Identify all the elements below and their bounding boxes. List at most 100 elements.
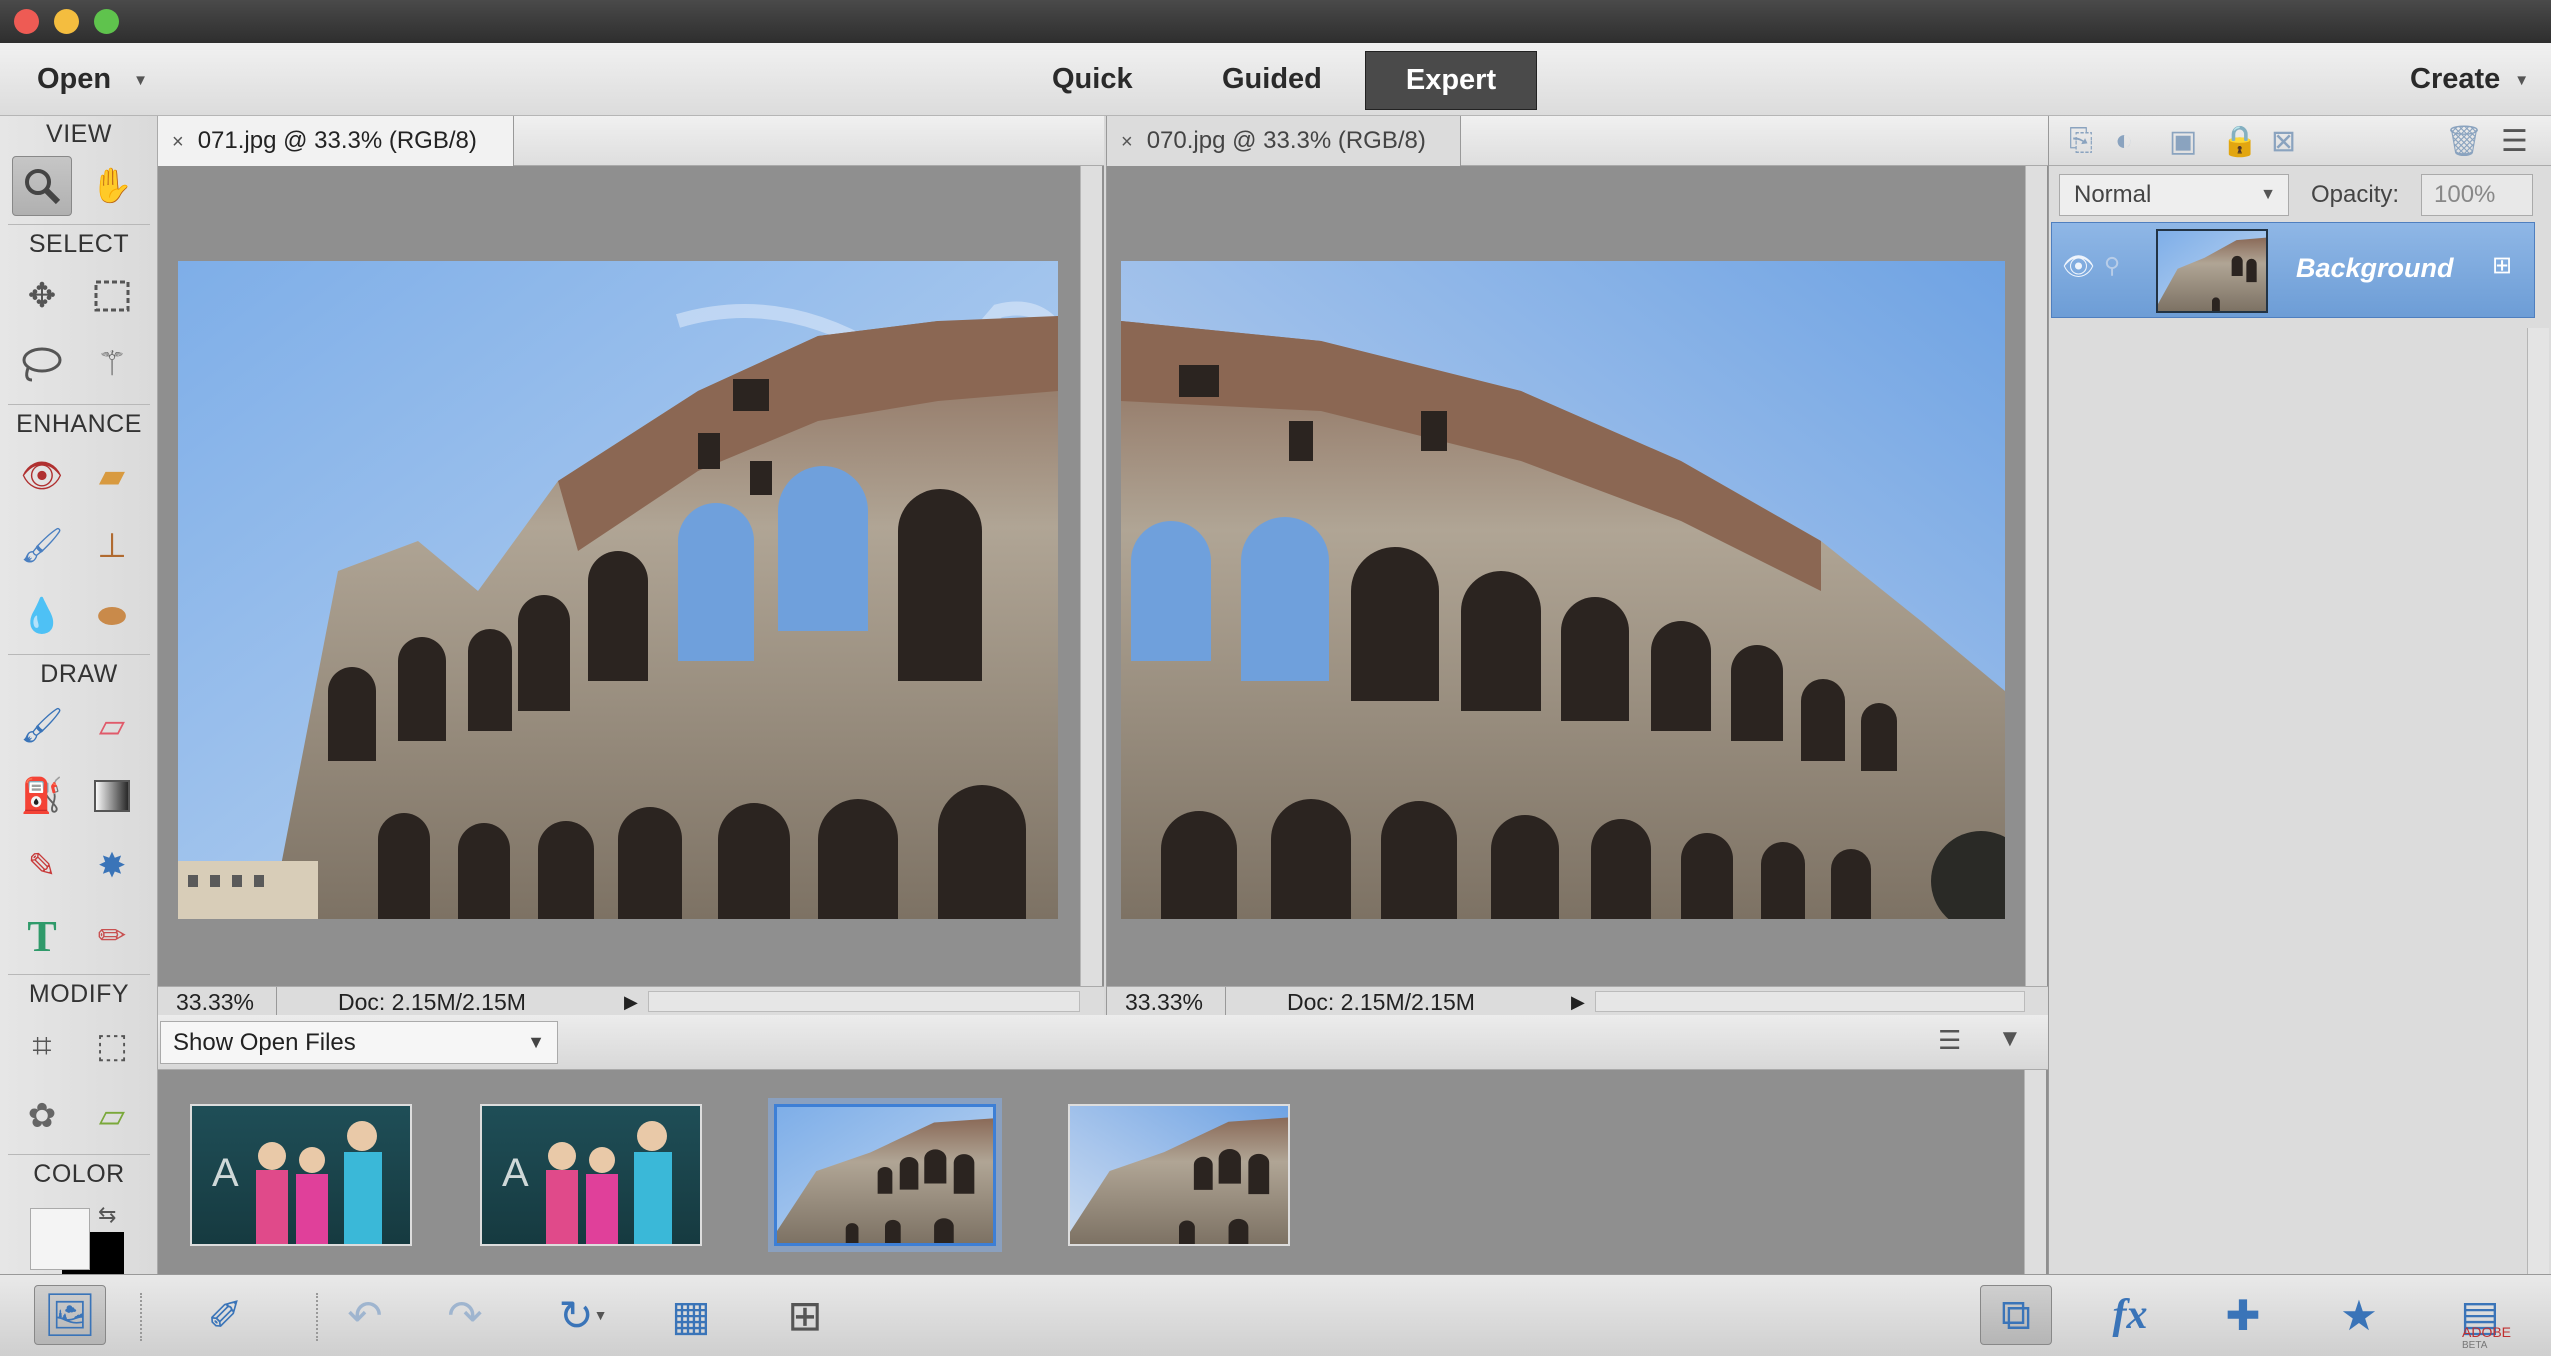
- document-canvas-071[interactable]: [158, 166, 1104, 986]
- gradient-icon: [94, 780, 130, 812]
- lasso-icon: [22, 347, 62, 382]
- minimize-window-button[interactable]: [54, 9, 79, 34]
- layers-vertical-scrollbar[interactable]: [2527, 328, 2549, 1274]
- eyedropper-tool[interactable]: ✎: [12, 836, 72, 896]
- divider: [276, 987, 277, 1016]
- undo-button[interactable]: ↶: [330, 1285, 400, 1345]
- level-icon: ⏥: [98, 1097, 126, 1135]
- fx-icon: fx: [2112, 1292, 2148, 1338]
- pencil-tool[interactable]: ✏: [82, 906, 142, 966]
- magic-wand-tool[interactable]: ⚚: [82, 334, 142, 394]
- tab-document-070[interactable]: × 070.jpg @ 33.3% (RGB/8): [1107, 116, 1461, 166]
- blend-mode-dropdown[interactable]: Normal ▼: [2059, 174, 2289, 216]
- chevron-down-icon: ▼: [2514, 71, 2530, 89]
- show-open-files-dropdown[interactable]: Show Open Files ▼: [160, 1021, 558, 1064]
- opacity-value: 100%: [2434, 181, 2496, 208]
- foreground-color-swatch[interactable]: [30, 1208, 90, 1270]
- doc-size: Doc: 2.15M/2.15M: [1287, 989, 1475, 1015]
- new-layer-icon[interactable]: ⎘: [2069, 124, 2093, 158]
- open-button[interactable]: Open ▼: [37, 43, 148, 116]
- layer-mask-icon[interactable]: ▣: [2169, 124, 2197, 159]
- marquee-tool[interactable]: [82, 266, 142, 326]
- lock-transparent-icon[interactable]: ⊠: [2271, 124, 2296, 159]
- canvas-horizontal-scrollbar[interactable]: [648, 991, 1080, 1012]
- recompose-tool[interactable]: ⬚: [82, 1016, 142, 1076]
- tab-document-071[interactable]: × 071.jpg @ 33.3% (RGB/8): [158, 116, 514, 166]
- link-icon[interactable]: ⚲: [2104, 253, 2120, 279]
- layers-stack-icon: ⧉: [2001, 1290, 2031, 1338]
- zoom-tool[interactable]: [12, 156, 72, 216]
- canvas-vertical-scrollbar[interactable]: [2025, 166, 2047, 986]
- trash-icon[interactable]: 🗑: [2445, 124, 2483, 159]
- close-tab-icon[interactable]: ×: [172, 131, 184, 153]
- clone-stamp-tool[interactable]: ⊥: [82, 516, 142, 576]
- create-label: Create: [2410, 63, 2501, 95]
- smart-brush-tool[interactable]: 🖌: [12, 516, 72, 576]
- close-tab-icon[interactable]: ×: [1121, 131, 1133, 153]
- thumbnail-colosseum-070[interactable]: [1068, 1104, 1290, 1246]
- graphics-button[interactable]: ✚: [2208, 1285, 2278, 1345]
- lasso-tool[interactable]: [12, 334, 72, 394]
- puzzle-shape-icon: ✸: [97, 847, 127, 885]
- swap-colors-icon[interactable]: ⇆: [98, 1202, 116, 1228]
- document-canvas-070[interactable]: [1106, 166, 2048, 986]
- status-menu-arrow-icon[interactable]: ▶: [624, 987, 638, 1016]
- canvas-horizontal-scrollbar[interactable]: [1595, 991, 2025, 1012]
- gradient-tool[interactable]: [82, 766, 142, 826]
- bin-options-icon[interactable]: ☰: [1938, 1025, 1961, 1056]
- recompose-icon: ⬚: [95, 1027, 129, 1065]
- divider: [140, 1293, 142, 1341]
- content-aware-move-tool[interactable]: ✿: [12, 1086, 72, 1146]
- type-tool[interactable]: T: [12, 906, 72, 966]
- close-window-button[interactable]: [14, 9, 39, 34]
- photo-bin-toolbar: Show Open Files ▼ ☰ ▼: [158, 1015, 2048, 1070]
- crop-tool[interactable]: ⌗: [12, 1016, 72, 1076]
- mode-guided-tab[interactable]: Guided: [1222, 43, 1322, 116]
- thumbnail-girls-2[interactable]: A: [480, 1104, 702, 1246]
- section-color-label: COLOR: [33, 1160, 125, 1188]
- paint-bucket-tool[interactable]: ⛽: [12, 766, 72, 826]
- layout-grid-icon: ▦: [671, 1291, 711, 1339]
- effects-button[interactable]: fx: [2090, 1285, 2170, 1345]
- rotate-button[interactable]: ↻ ▼: [538, 1285, 628, 1345]
- adjustment-layer-icon[interactable]: ◐: [2115, 124, 2133, 158]
- brush-tool[interactable]: 🖌: [12, 696, 72, 756]
- tab-label: 070.jpg @ 33.3% (RGB/8): [1146, 127, 1426, 154]
- favorites-button[interactable]: ★: [2324, 1285, 2394, 1345]
- zoom-window-button[interactable]: [94, 9, 119, 34]
- thumbnail-colosseum-071[interactable]: [774, 1104, 996, 1246]
- opacity-field[interactable]: 100%▼: [2421, 174, 2551, 216]
- custom-shape-tool[interactable]: ✸: [82, 836, 142, 896]
- lock-all-icon[interactable]: 🔒: [2221, 124, 2258, 159]
- sponge-tool[interactable]: ⬬: [82, 586, 142, 646]
- panel-menu-icon[interactable]: ☰: [2501, 124, 2528, 159]
- layer-row-background[interactable]: 👁 ⚲ Background ⊞: [2051, 222, 2535, 318]
- layout-button[interactable]: ▦: [656, 1285, 726, 1345]
- move-tool[interactable]: ✥: [12, 266, 72, 326]
- blend-mode-value: Normal: [2074, 181, 2152, 208]
- eraser-tool[interactable]: ▱: [82, 696, 142, 756]
- photo-bin-button[interactable]: 🖼: [34, 1285, 106, 1345]
- layer-lock-icon[interactable]: ⊞: [2492, 251, 2512, 280]
- status-menu-arrow-icon[interactable]: ▶: [1571, 987, 1585, 1016]
- bin-vertical-scrollbar[interactable]: [2024, 1070, 2046, 1274]
- organizer-button[interactable]: ⊞: [770, 1285, 840, 1345]
- tool-options-button[interactable]: ✐: [190, 1285, 260, 1345]
- blur-tool[interactable]: 💧: [12, 586, 72, 646]
- layers-button[interactable]: ⧉: [1980, 1285, 2052, 1345]
- collapse-bin-icon[interactable]: ▼: [1998, 1025, 2022, 1053]
- redo-button[interactable]: ↷: [430, 1285, 500, 1345]
- mode-expert-tab[interactable]: Expert: [1365, 51, 1537, 110]
- create-button[interactable]: Create ▼: [2410, 43, 2529, 116]
- chevron-down-icon: ▼: [2260, 186, 2276, 203]
- straighten-tool[interactable]: ⏥: [82, 1086, 142, 1146]
- mode-quick-tab[interactable]: Quick: [1052, 43, 1133, 116]
- spot-healing-tool[interactable]: ▰: [82, 446, 142, 506]
- canvas-vertical-scrollbar[interactable]: [1080, 166, 1102, 986]
- visibility-eye-icon[interactable]: 👁: [2062, 251, 2095, 282]
- section-modify-label: MODIFY: [28, 980, 130, 1008]
- water-drop-icon: 💧: [20, 597, 64, 635]
- thumbnail-girls-1[interactable]: A: [190, 1104, 412, 1246]
- hand-tool[interactable]: ✋: [82, 156, 142, 216]
- red-eye-tool[interactable]: 👁: [12, 446, 72, 506]
